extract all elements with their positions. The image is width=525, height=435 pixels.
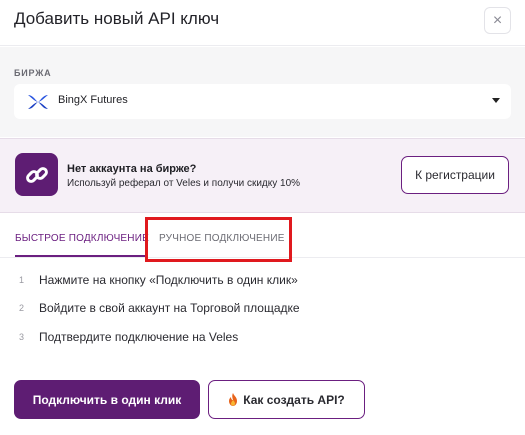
referral-banner: Нет аккаунта на бирже? Используй реферал…	[0, 138, 525, 213]
exchange-select[interactable]: BingX Futures	[14, 84, 511, 119]
tab-fast-connection[interactable]: БЫСТРОЕ ПОДКЛЮЧЕНИЕ	[15, 233, 149, 244]
exchange-select-value: BingX Futures	[58, 94, 128, 106]
exchange-section: БИРЖА BingX Futures	[0, 47, 525, 137]
how-to-create-api-button[interactable]: Как создать API?	[208, 380, 365, 419]
step-number: 3	[19, 332, 25, 342]
modal-title: Добавить новый API ключ	[14, 9, 220, 28]
connect-one-click-button[interactable]: Подключить в один клик	[14, 380, 200, 419]
highlight-annotation	[145, 217, 292, 262]
promo-title: Нет аккаунта на бирже?	[67, 163, 197, 175]
active-tab-indicator	[15, 255, 145, 257]
promo-subtitle: Используй реферал от Veles и получи скид…	[67, 178, 301, 189]
close-icon: ×	[492, 11, 503, 29]
link-icon	[15, 153, 58, 196]
register-button[interactable]: К регистрации	[401, 156, 509, 194]
fire-icon	[229, 393, 238, 406]
step-text: Нажмите на кнопку «Подключить в один кли…	[39, 273, 298, 287]
step-number: 2	[19, 303, 25, 313]
bingx-logo-icon	[28, 95, 48, 109]
add-api-key-modal: Добавить новый API ключ × БИРЖА BingX Fu…	[0, 0, 525, 435]
how-to-create-api-label: Как создать API?	[243, 392, 345, 407]
step-text: Подтвердите подключение на Veles	[39, 330, 239, 344]
exchange-label: БИРЖА	[14, 68, 52, 78]
step-text: Войдите в свой аккаунт на Торговой площа…	[39, 301, 300, 315]
caret-down-icon	[492, 98, 500, 103]
list-item: 1 Нажмите на кнопку «Подключить в один к…	[0, 271, 525, 291]
list-item: 2 Войдите в свой аккаунт на Торговой пло…	[0, 299, 525, 319]
step-number: 1	[19, 275, 25, 285]
list-item: 3 Подтвердите подключение на Veles	[0, 328, 525, 348]
modal-header: Добавить новый API ключ ×	[0, 0, 525, 46]
close-button[interactable]: ×	[484, 7, 511, 34]
